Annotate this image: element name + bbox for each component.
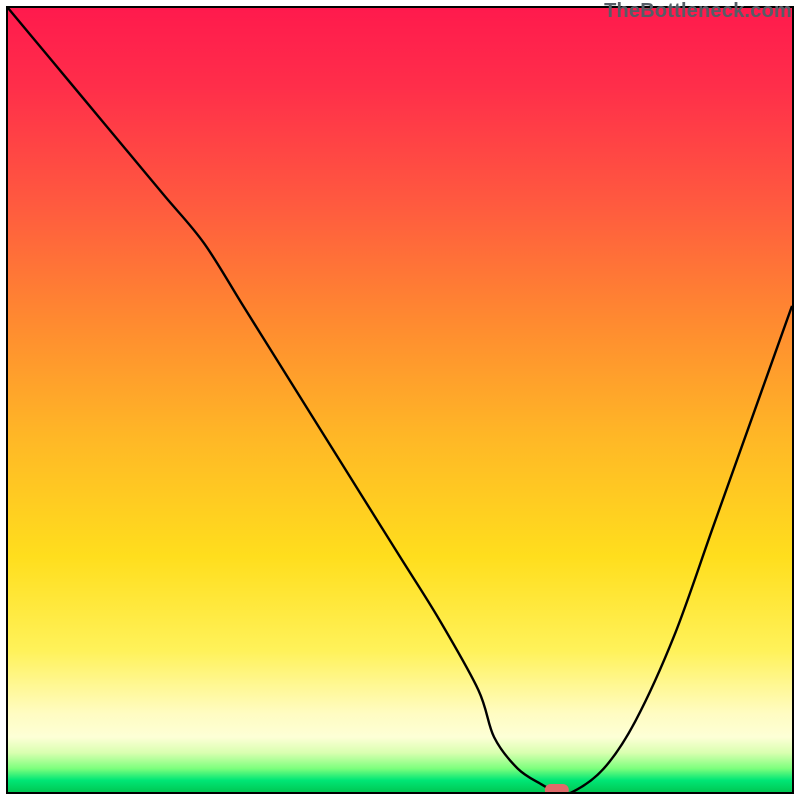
plot-area [6, 6, 794, 794]
chart-container: TheBottleneck.com [0, 0, 800, 800]
bottleneck-curve [8, 8, 792, 792]
optimal-marker [545, 784, 569, 792]
bottleneck-curve-svg [8, 8, 792, 792]
watermark-text: TheBottleneck.com [604, 0, 792, 23]
